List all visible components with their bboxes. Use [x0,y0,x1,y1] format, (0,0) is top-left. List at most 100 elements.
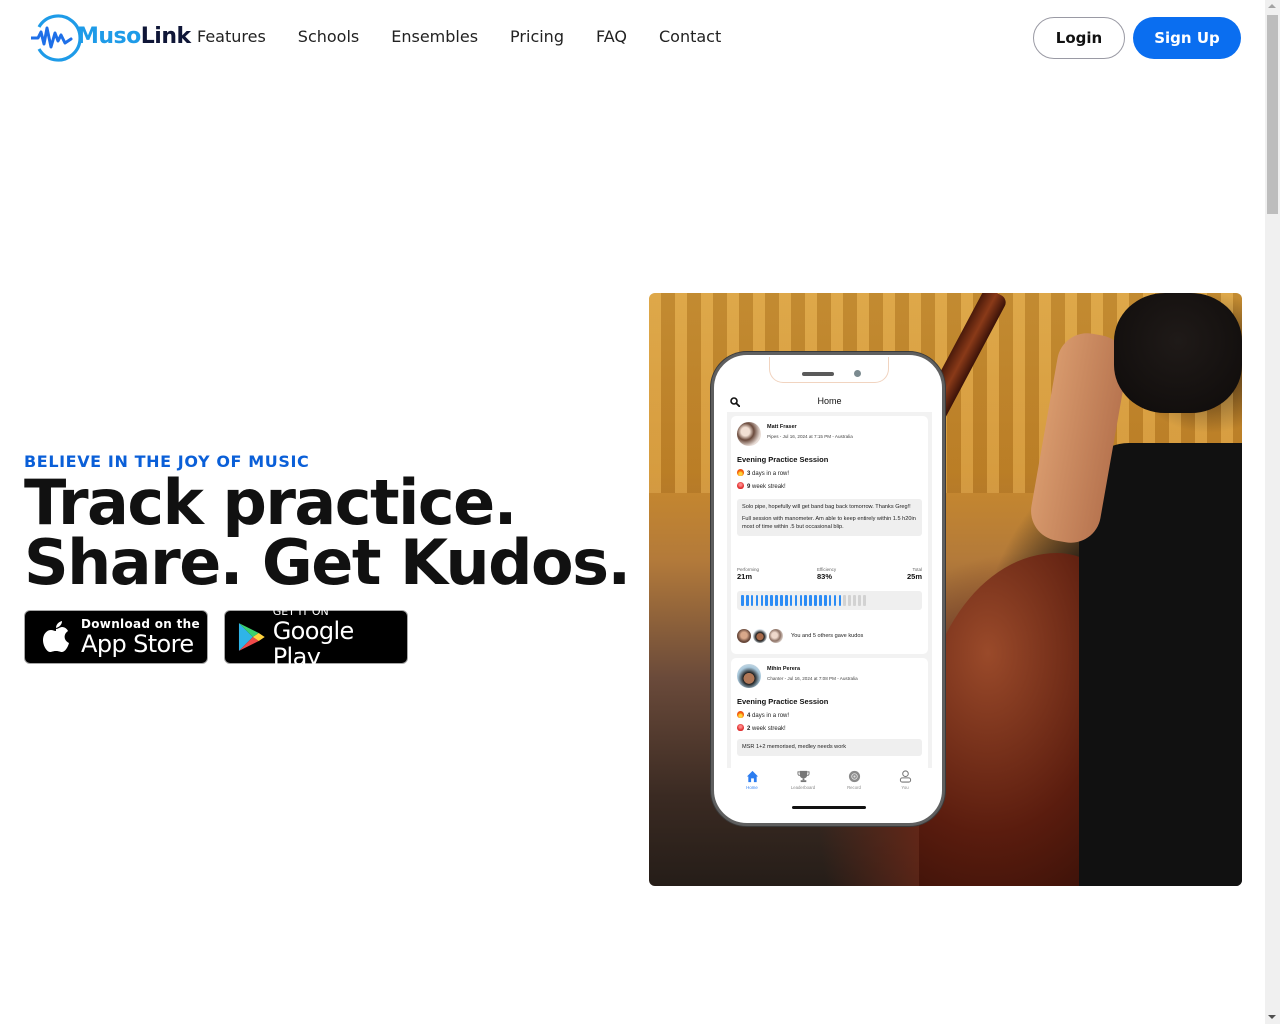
scroll-thumb[interactable] [1267,15,1278,214]
feed-post[interactable]: Matt Fraser Pipes - Jul 16, 2024 at 7:15… [731,416,928,654]
musolink-logo[interactable]: MusoLink [31,12,191,64]
tab-label: Home [746,785,758,790]
tab-you[interactable]: You [880,770,930,790]
progress-segment-filled [819,595,822,606]
post-notes: Solo pipe, hopefully will get band bag b… [737,499,922,537]
progress-segment-filled [828,595,832,606]
nav-contact[interactable]: Contact [659,27,721,47]
photo-musician-head [1114,293,1242,413]
logo-wordmark: MusoLink [77,24,191,49]
weeks-count: 2 [747,726,751,732]
logo-wave-icon [31,14,82,62]
weeks-text: week streak! [752,726,786,732]
nav-ensembles[interactable]: Ensembles [391,27,478,47]
progress-segment-empty [853,595,856,606]
progress-segment-filled [823,595,827,606]
progress-segment-empty [858,595,861,606]
app-screen-title: Home [817,396,842,406]
progress-segment-filled [833,595,837,606]
nav-pricing[interactable]: Pricing [510,27,564,47]
kudos-avatar [737,629,751,643]
weeks-count: 9 [747,484,751,490]
signup-button[interactable]: Sign Up [1133,17,1241,59]
days-text: days in a row! [752,471,790,477]
stat-performing: Performing 21m [737,567,759,581]
trophy-icon [796,770,810,783]
tab-home[interactable]: Home [727,770,777,790]
weeks-text: week streak! [752,484,786,490]
logo-part-link: Link [140,24,191,49]
days-count: 4 [747,713,751,719]
login-button[interactable]: Login [1033,17,1125,59]
stat-value: 25m [906,572,922,581]
kudos-text: You and 5 others gave kudos [791,633,864,639]
stat-value: 21m [737,572,753,581]
stat-total: Total 25m [907,567,922,581]
kudos-avatar [753,629,767,643]
heart-icon [737,482,744,489]
phone-speaker [802,372,834,376]
nav-schools[interactable]: Schools [298,27,359,47]
google-play-button[interactable]: GET IT ON Google Play [224,605,408,670]
progress-segment-filled [809,595,812,606]
home-indicator [792,806,866,809]
nav-features[interactable]: Features [197,27,266,47]
app-store-big-text: App Store [81,629,194,658]
scroll-up-arrow-icon[interactable] [1268,4,1276,8]
user-icon [899,770,911,783]
progress-segment-filled [745,595,749,606]
progress-segment-empty [862,595,866,606]
tab-leaderboard[interactable]: Leaderboard [778,770,828,790]
google-play-icon [238,623,265,651]
fire-icon [737,469,744,476]
post-author[interactable]: Mihin Perera [767,666,800,672]
home-icon [746,770,758,783]
app-header: Home [727,393,932,413]
page-scrollbar[interactable] [1265,0,1280,1024]
headline-line-2: Share. Get Kudos. [24,526,631,599]
note-paragraph: Solo pipe, hopefully will get band bag b… [742,504,911,510]
logo-part-muso: Muso [77,24,141,49]
tab-record[interactable]: Record [829,770,879,790]
app-store-button[interactable]: Download on the App Store [24,610,208,664]
post-title: Evening Practice Session [737,697,829,706]
feed-post[interactable]: Mihin Perera Chanter - Jul 16, 2024 at 7… [731,658,928,768]
apple-icon [43,621,69,652]
photo-musician-body [1079,443,1242,886]
progress-segment-filled [750,595,754,606]
scroll-down-arrow-icon[interactable] [1268,1015,1276,1019]
progress-segment-filled [804,595,808,606]
progress-segment-filled [789,595,793,606]
hero-headline: Track practice. Share. Get Kudos. [24,472,631,594]
record-icon [848,770,860,783]
weeks-streak: 9 week streak! [737,482,786,490]
progress-segment-filled [838,595,842,606]
post-meta: Chanter - Jul 16, 2024 at 7:08 PM - Aust… [767,676,858,681]
progress-segment-filled [780,595,783,606]
phone-camera [854,370,861,377]
kudos-avatar [769,629,783,643]
avatar[interactable] [737,422,761,446]
post-notes: MSR 1+2 memorised, medley needs work [737,739,922,757]
avatar[interactable] [737,664,761,688]
progress-segment-filled [784,595,788,606]
progress-segment-filled [794,595,798,606]
days-count: 3 [747,471,751,477]
progress-segment-filled [760,595,764,606]
days-streak: 3 days in a row! [737,469,789,477]
progress-segment-filled [814,595,817,606]
app-tab-bar: Home Leaderboard Record You [727,768,932,802]
tab-label: You [901,785,909,790]
app-store-small-text: Download on the [81,616,200,631]
post-title: Evening Practice Session [737,455,829,464]
activity-feed[interactable]: Matt Fraser Pipes - Jul 16, 2024 at 7:15… [727,412,932,768]
stat-value: 83% [817,572,833,581]
note-paragraph: MSR 1+2 memorised, medley needs work [742,744,846,750]
progress-segment-filled [741,595,744,606]
post-author[interactable]: Matt Fraser [767,424,797,430]
kudos-row[interactable]: You and 5 others gave kudos [737,628,863,644]
nav-faq[interactable]: FAQ [596,27,627,47]
progress-segment-filled [770,595,773,606]
progress-segment-filled [765,595,769,606]
session-stats: Performing 21m Efficiency 83% Total 25m [737,567,922,587]
